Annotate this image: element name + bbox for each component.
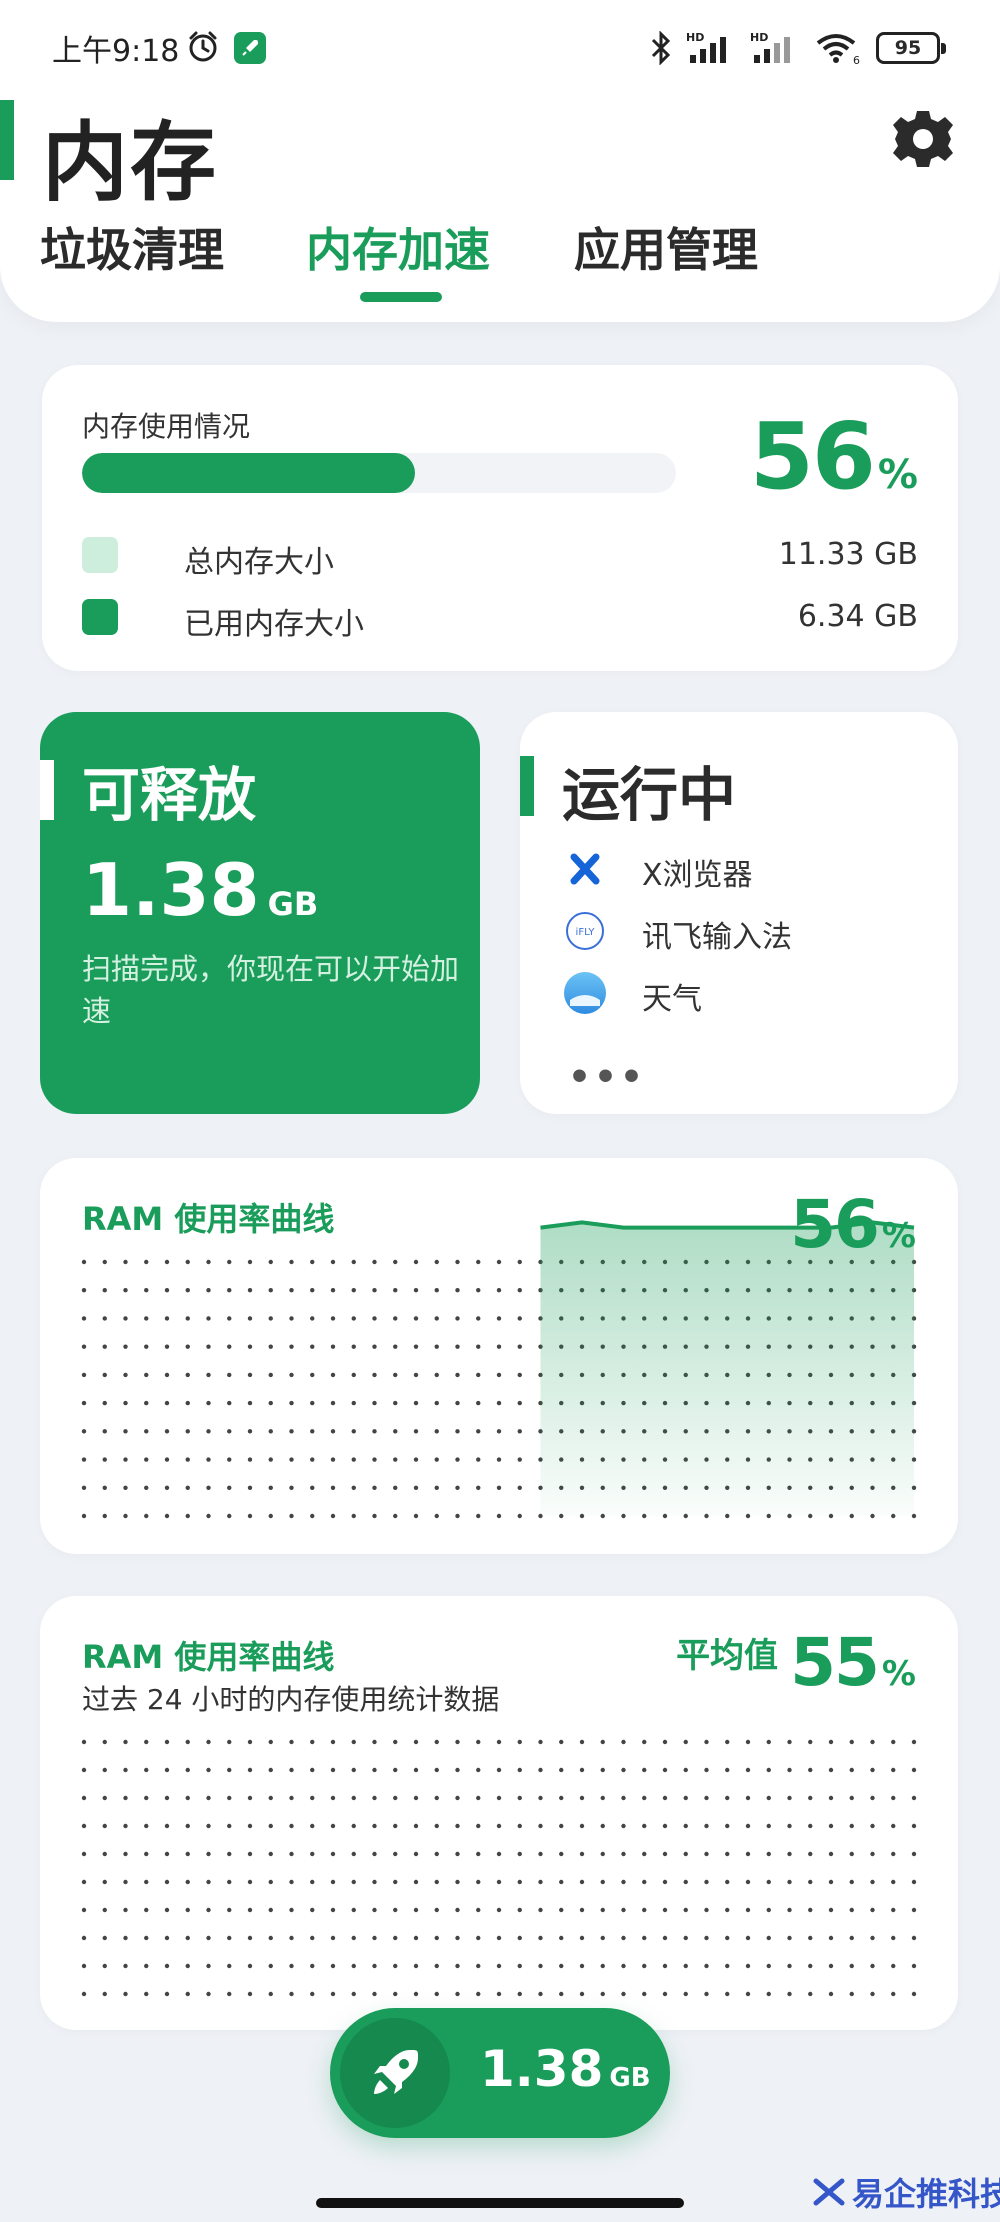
usage-progress-fill	[82, 453, 415, 493]
page-title: 内存	[42, 113, 218, 213]
release-size-value: 1.38	[82, 848, 260, 932]
legend-label-used: 已用内存大小	[184, 607, 364, 642]
running-title: 运行中	[562, 761, 737, 829]
rocket-app-icon	[234, 32, 266, 64]
home-indicator[interactable]	[316, 2198, 684, 2208]
release-size: 1.38 GB	[82, 848, 318, 932]
boost-size-value: 1.38	[480, 2040, 604, 2098]
release-note: 扫描完成，你现在可以开始加速	[82, 952, 460, 1028]
rocket-icon	[340, 2018, 450, 2128]
release-accent-bar	[40, 760, 54, 820]
svg-text:6: 6	[853, 54, 860, 65]
tab-memory-boost[interactable]: 内存加速	[306, 214, 490, 280]
status-bar: 上午9:18 HD HD 6 95	[0, 0, 1000, 96]
release-title: 可释放	[82, 761, 257, 829]
tab-bar: 垃圾清理 内存加速 应用管理	[0, 210, 1000, 302]
usage-progress-track	[82, 453, 676, 493]
running-app-item: 天气	[562, 968, 942, 1018]
status-icons: HD HD 6 95	[650, 30, 946, 66]
running-app-item: iFLY 讯飞输入法	[562, 906, 942, 956]
average-label: 平均值	[676, 1636, 779, 1676]
legend-row-total: 总内存大小 11.33 GB	[82, 537, 918, 580]
alarm-icon	[189, 31, 217, 62]
chart-percent-value: 56	[790, 1186, 880, 1263]
chart-percent: 56%	[790, 1186, 916, 1263]
legend-value-total: 11.33 GB	[778, 537, 918, 572]
bluetooth-icon	[651, 31, 671, 65]
watermark-logo-icon	[813, 2178, 845, 2206]
chart-24h-title: RAM 使用率曲线	[82, 1638, 335, 1676]
usage-label: 内存使用情况	[82, 410, 251, 443]
running-app-label: 讯飞输入法	[642, 920, 792, 955]
usage-percent-sign: %	[877, 452, 918, 498]
x-browser-icon	[570, 853, 600, 885]
battery-indicator: 95	[876, 32, 946, 64]
running-accent-bar	[520, 756, 534, 816]
watermark: 易企推科技	[812, 2170, 1000, 2214]
boost-size-unit: GB	[609, 2063, 651, 2093]
signal-icon-2: HD	[750, 31, 790, 63]
average-percent-sign: %	[881, 1654, 916, 1694]
tab-app-management[interactable]: 应用管理	[574, 214, 758, 280]
legend-swatch-total	[82, 537, 118, 573]
boost-button[interactable]: 1.38 GB	[330, 2008, 670, 2138]
svg-text:HD: HD	[750, 31, 768, 44]
title-accent-bar	[0, 100, 14, 180]
running-app-label: 天气	[642, 982, 702, 1017]
memory-usage-card: 内存使用情况 56% 总内存大小 11.33 GB 已用内存大小 6.34 GB	[42, 365, 958, 671]
average-value: 55	[790, 1624, 880, 1701]
boost-size: 1.38 GB	[480, 2040, 651, 2098]
legend-row-used: 已用内存大小 6.34 GB	[82, 599, 918, 642]
chart-24h-average: 平均值 55%	[676, 1624, 916, 1701]
usage-percent-value: 56	[749, 403, 876, 510]
chart-percent-sign: %	[881, 1216, 916, 1256]
legend-swatch-used	[82, 599, 118, 635]
watermark-text: 易企推科技	[852, 2175, 1000, 2213]
legend-value-used: 6.34 GB	[797, 599, 918, 634]
wifi-icon: 6	[816, 34, 860, 65]
svg-text:iFLY: iFLY	[576, 927, 596, 938]
legend-label-total: 总内存大小	[184, 545, 334, 580]
ram-usage-chart-card: RAM 使用率曲线 56%	[40, 1158, 958, 1554]
running-apps-card[interactable]: 运行中 X浏览器 iFLY 讯飞输入法 天气 •••	[520, 712, 958, 1114]
ifly-icon: iFLY	[566, 912, 604, 950]
tab-junk-clean[interactable]: 垃圾清理	[40, 214, 224, 280]
ram-24h-chart-card: RAM 使用率曲线 过去 24 小时的内存使用统计数据 平均值 55%	[40, 1596, 958, 2030]
svg-text:HD: HD	[686, 31, 704, 44]
weather-icon	[564, 972, 606, 1014]
usage-percent: 56%	[750, 403, 918, 510]
running-app-item: X浏览器	[562, 844, 942, 894]
active-tab-indicator	[360, 292, 442, 302]
chart-area-fill	[540, 1222, 914, 1516]
chart-dot-grid	[81, 1739, 917, 1997]
more-apps-indicator[interactable]: •••	[568, 1057, 646, 1098]
settings-gear-icon[interactable]	[892, 108, 954, 170]
chart-24h-subtitle: 过去 24 小时的内存使用统计数据	[82, 1683, 500, 1716]
chart-title: RAM 使用率曲线	[82, 1200, 335, 1238]
status-time: 上午9:18	[52, 34, 180, 69]
releasable-card[interactable]: 可释放 1.38 GB 扫描完成，你现在可以开始加速	[40, 712, 480, 1114]
running-app-label: X浏览器	[642, 858, 753, 893]
signal-icon: HD	[686, 31, 726, 63]
release-size-unit: GB	[267, 885, 319, 923]
